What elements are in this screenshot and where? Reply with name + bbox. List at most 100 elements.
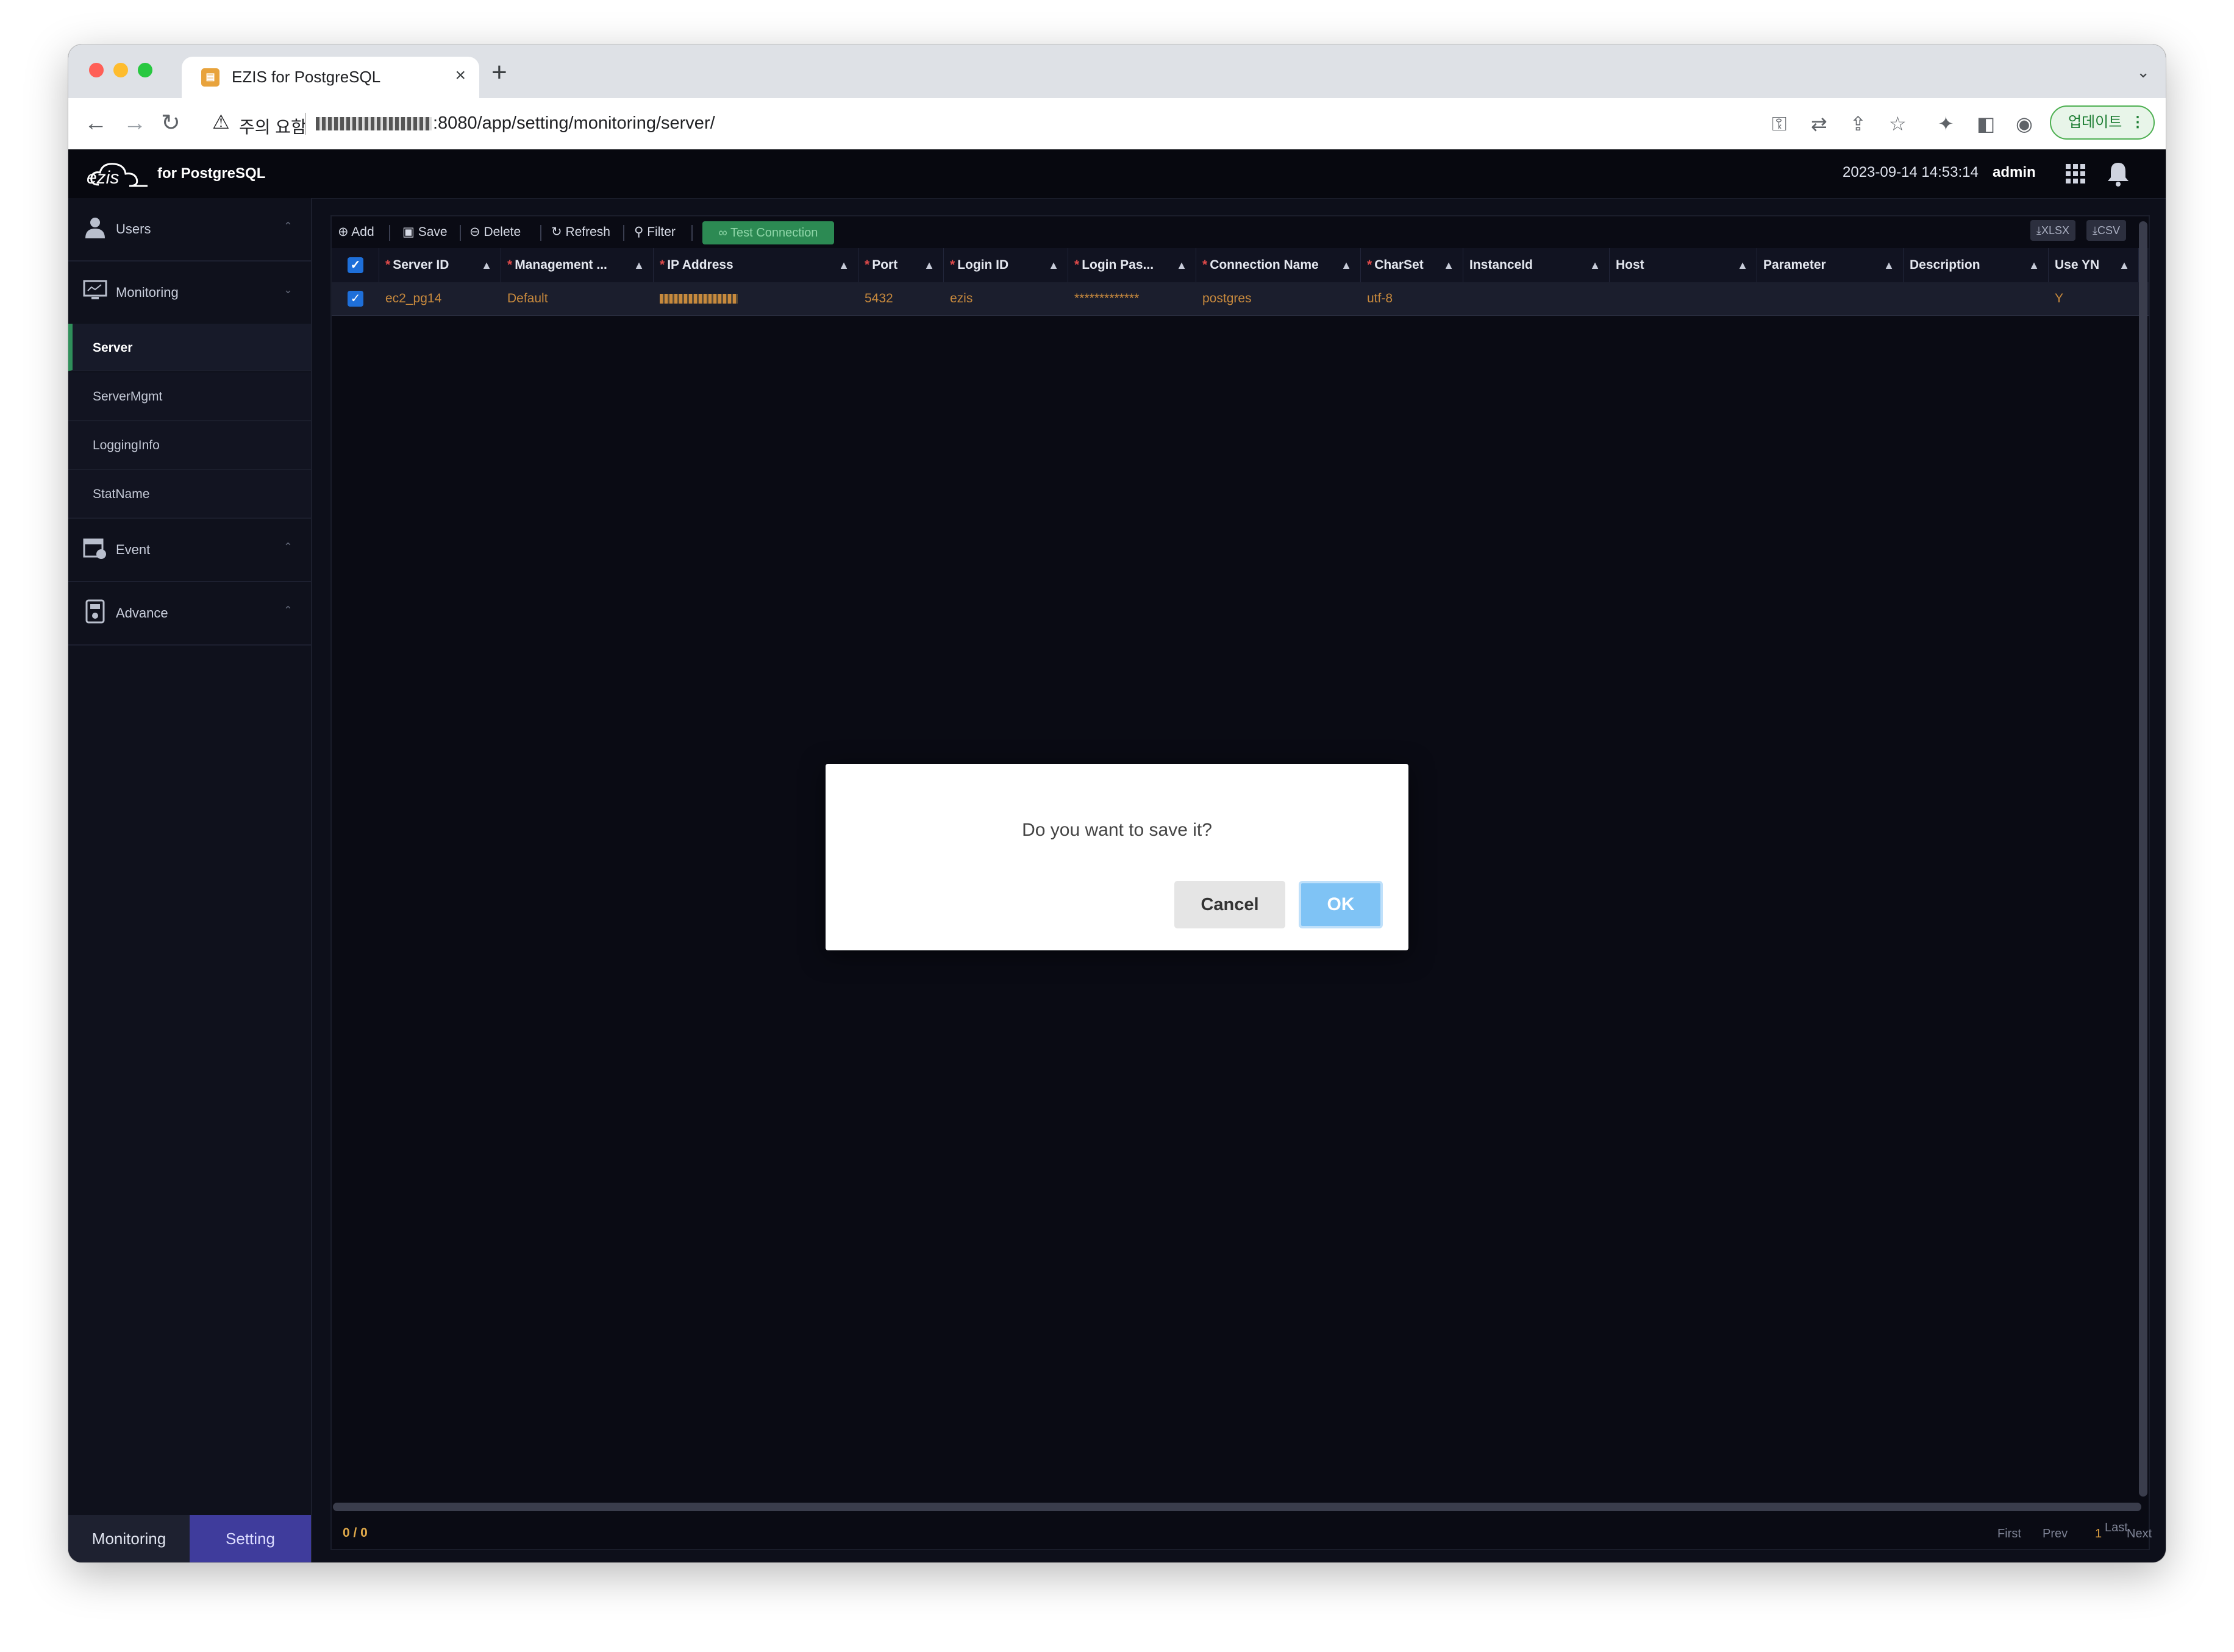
sidebar-item-statname[interactable]: StatName [68,470,311,519]
sort-asc-icon[interactable]: ▲ [1443,248,1454,282]
export-xlsx-button[interactable]: ⤓XLSX [2030,220,2075,241]
sort-asc-icon[interactable]: ▲ [1341,248,1352,282]
sort-asc-icon[interactable]: ▲ [481,248,492,282]
browser-tab[interactable]: ▤ EZIS for PostgreSQL × [182,57,479,98]
cell-ip-address[interactable] [654,282,858,315]
side-panel-icon[interactable]: ◧ [1977,112,1995,136]
sidebar-item-servermgmt[interactable]: ServerMgmt [68,372,311,421]
sort-asc-icon[interactable]: ▲ [2119,248,2130,282]
cancel-button[interactable]: Cancel [1174,881,1285,928]
horizontal-scrollbar[interactable] [333,1503,2141,1511]
sort-asc-icon[interactable]: ▲ [2029,248,2040,282]
tab-search-chevron-icon[interactable]: ⌄ [2136,63,2150,82]
cell-connection-name[interactable]: postgres [1196,282,1361,315]
add-button[interactable]: ⊕ Add [338,224,374,241]
minimize-window-button[interactable] [113,63,128,77]
cell-host[interactable] [1610,282,1757,315]
pager-next-button[interactable]: Next [2127,1527,2152,1541]
sidebar-group-advance[interactable]: Advance ⌃ [68,582,311,646]
sort-asc-icon[interactable]: ▲ [924,248,935,282]
sidebar-item-logginginfo[interactable]: LoggingInfo [68,421,311,470]
zoom-window-button[interactable] [138,63,152,77]
required-marker: * [507,258,513,272]
sidebar-group-users[interactable]: Users ⌃ [68,198,311,262]
new-tab-button[interactable]: + [491,59,507,86]
user-name[interactable]: admin [1993,164,2036,181]
bookmark-star-icon[interactable]: ☆ [1889,112,1907,136]
vertical-scrollbar[interactable] [2139,221,2147,1497]
back-arrow-icon[interactable]: ← [84,109,107,137]
reload-icon[interactable]: ↻ [161,109,180,137]
close-window-button[interactable] [89,63,104,77]
more-menu-icon[interactable]: ⋮ [2130,107,2145,138]
key-icon[interactable]: ⚿ [1772,112,1786,136]
pager-current-page[interactable]: 1 [2095,1527,2102,1541]
column-header-port[interactable]: * Port ▲ [858,248,944,282]
refresh-icon: ↻ [551,225,562,239]
share-icon[interactable]: ⇪ [1850,112,1866,136]
translate-icon[interactable]: ⇄ [1811,112,1827,136]
sort-asc-icon[interactable]: ▲ [1883,248,1894,282]
sort-asc-icon[interactable]: ▲ [633,248,644,282]
sidebar-group-monitoring[interactable]: Monitoring ⌄ [68,262,311,325]
cell-description[interactable] [1904,282,2049,315]
sort-asc-icon[interactable]: ▲ [1048,248,1059,282]
column-header-charset[interactable]: * CharSet ▲ [1361,248,1463,282]
cell-port[interactable]: 5432 [858,282,944,315]
test-connection-button[interactable]: ∞ Test Connection [702,221,834,244]
column-header-use-yn[interactable]: Use YN ▲ [2049,248,2139,282]
column-header-description[interactable]: Description ▲ [1904,248,2049,282]
tab-close-icon[interactable]: × [455,65,466,86]
column-header-management[interactable]: * Management ... ▲ [501,248,654,282]
delete-button[interactable]: ⊖ Delete [469,224,521,241]
sidebar-item-server[interactable]: Server [68,324,311,371]
filter-button[interactable]: ⚲ Filter [634,224,676,241]
tab-monitoring[interactable]: Monitoring [68,1515,190,1562]
current-datetime: 2023-09-14 14:53:14 [1843,164,1979,180]
extensions-puzzle-icon[interactable]: ✦ [1938,112,1954,136]
table-row[interactable]: ✓ ec2_pg14 Default 5432 ezis ***********… [332,282,2149,316]
cell-charset[interactable]: utf-8 [1361,282,1463,315]
cell-instanceid[interactable] [1463,282,1610,315]
column-header-parameter[interactable]: Parameter ▲ [1757,248,1904,282]
column-header-host[interactable]: Host ▲ [1610,248,1757,282]
export-csv-button[interactable]: ⤓CSV [2086,220,2126,241]
column-header-ip-address[interactable]: * IP Address ▲ [654,248,858,282]
ok-button[interactable]: OK [1299,881,1383,928]
column-header-login-password[interactable]: * Login Pas... ▲ [1068,248,1196,282]
column-header-label: Description [1910,258,1980,272]
column-header-login-id[interactable]: * Login ID ▲ [944,248,1068,282]
cell-server-id[interactable]: ec2_pg14 [379,282,501,315]
apps-grid-icon[interactable] [2064,163,2086,185]
profile-avatar-icon[interactable]: ◉ [2016,112,2033,136]
column-header-connection-name[interactable]: * Connection Name ▲ [1196,248,1361,282]
sort-asc-icon[interactable]: ▲ [1737,248,1748,282]
logo-text: ezis [87,168,120,188]
toolbar-divider [540,225,541,241]
column-header-instanceid[interactable]: InstanceId ▲ [1463,248,1610,282]
url-omnibox[interactable]: ⚠ 주의 요함 :8080/app/setting/monitoring/ser… [204,105,1825,142]
update-button[interactable]: 업데이트 ⋮ [2050,105,2155,140]
select-all-checkbox[interactable]: ✓ [348,257,363,273]
cell-login-password[interactable]: ************* [1068,282,1196,315]
row-checkbox[interactable]: ✓ [348,291,363,307]
tab-setting[interactable]: Setting [190,1515,311,1562]
cell-use-yn[interactable]: Y [2049,282,2139,315]
pager-first-button[interactable]: First [1997,1527,2021,1541]
notification-bell-icon[interactable] [2106,160,2130,187]
cell-management[interactable]: Default [501,282,654,315]
cell-parameter[interactable] [1757,282,1904,315]
sort-asc-icon[interactable]: ▲ [838,248,849,282]
forward-arrow-icon[interactable]: → [123,109,146,137]
column-header-server-id[interactable]: * Server ID ▲ [379,248,501,282]
cell-login-id[interactable]: ezis [944,282,1068,315]
omnibox-divider [305,113,306,135]
url-text[interactable]: :8080/app/setting/monitoring/server/ [316,113,715,134]
refresh-button[interactable]: ↻ Refresh [551,224,610,241]
pager-prev-button[interactable]: Prev [2043,1527,2068,1541]
sidebar-group-event[interactable]: Event ⌃ [68,519,311,582]
sort-asc-icon[interactable]: ▲ [1590,248,1601,282]
save-button[interactable]: ▣ Save [402,224,448,241]
pager-last-button[interactable]: Last [2105,1521,2128,1535]
sort-asc-icon[interactable]: ▲ [1176,248,1187,282]
